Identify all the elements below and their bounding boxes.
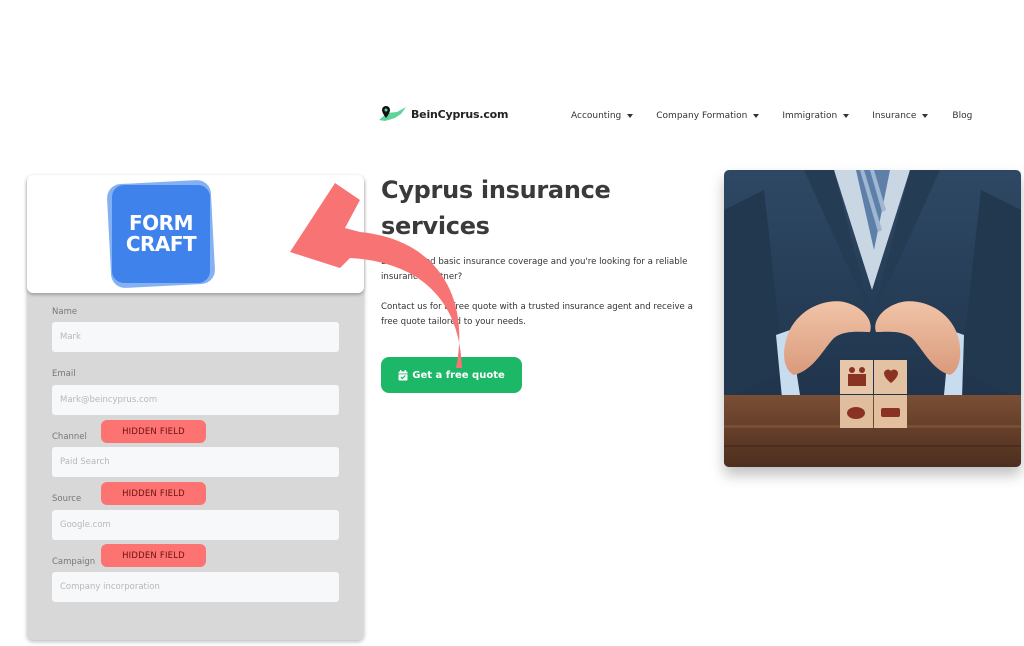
logo-line-1: FORM [129, 211, 193, 235]
logo-text: BeinCyprus.com [411, 107, 509, 121]
source-label: Source [52, 494, 82, 504]
insurance-hero-image [724, 170, 1021, 467]
nav-label: Immigration [782, 111, 838, 121]
nav-item-immigration[interactable]: Immigration [782, 111, 850, 121]
nav-item-insurance[interactable]: Insurance [872, 111, 929, 121]
nav-label: Insurance [872, 111, 917, 121]
name-field[interactable] [52, 322, 339, 352]
email-label: Email [52, 369, 76, 379]
form-header: FORM CRAFT [27, 175, 364, 293]
page-title: Cyprus insurance services [381, 176, 611, 240]
hidden-field-badge: HIDDEN FIELD [101, 544, 206, 567]
logo-tile: FORM CRAFT [112, 185, 210, 283]
nav-label: Accounting [571, 111, 622, 121]
caret-down-icon [843, 114, 850, 118]
formcraft-logo: FORM CRAFT [106, 179, 216, 289]
name-label: Name [52, 307, 78, 317]
cyprus-map-pin-icon [379, 106, 406, 121]
cta-label: Get a free quote [412, 369, 505, 381]
hidden-field-badge: HIDDEN FIELD [101, 482, 206, 505]
nav-item-accounting[interactable]: Accounting [571, 111, 634, 121]
main-nav: Accounting Company Formation Immigration… [571, 111, 972, 121]
get-free-quote-button[interactable]: Get a free quote [381, 357, 522, 393]
campaign-field[interactable] [52, 572, 339, 602]
hero-paragraph-2: Contact us for a free quote with a trust… [381, 302, 693, 327]
nav-item-blog[interactable]: Blog [952, 111, 972, 121]
email-field[interactable] [52, 385, 339, 415]
channel-label: Channel [52, 432, 87, 442]
campaign-label: Campaign [52, 557, 96, 567]
caret-down-icon [627, 114, 634, 118]
nav-label: Blog [952, 111, 973, 121]
hidden-field-badge: HIDDEN FIELD [101, 420, 206, 443]
site-logo[interactable]: BeinCyprus.com [377, 104, 508, 124]
logo-line-2: CRAFT [125, 232, 197, 256]
caret-down-icon [753, 114, 760, 118]
hero-paragraph-1: Do you need basic insurance coverage and… [381, 257, 688, 282]
channel-field[interactable] [52, 447, 339, 477]
source-field[interactable] [52, 510, 339, 540]
calendar-check-icon [398, 369, 408, 380]
nav-item-company-formation[interactable]: Company Formation [656, 111, 760, 121]
caret-down-icon [922, 114, 929, 118]
nav-label: Company Formation [656, 111, 748, 121]
